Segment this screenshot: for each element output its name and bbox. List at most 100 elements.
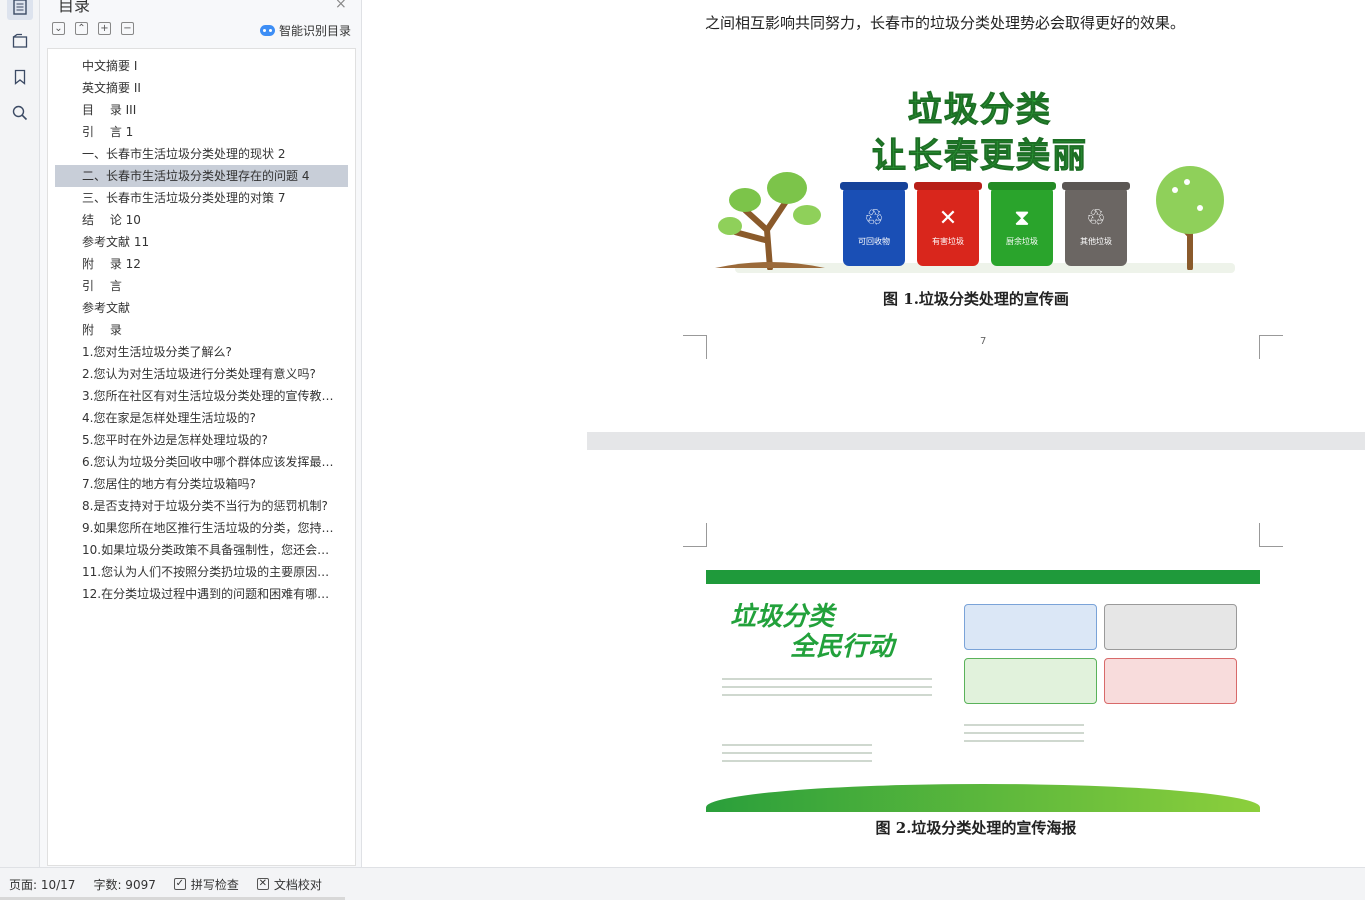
outline-item[interactable]: 目 录 III [55,99,348,121]
proofread-label: 文档校对 [273,877,322,892]
outline-item[interactable]: 附 录 12 [55,253,348,275]
poster-text-line [722,678,932,680]
poster-panel-hazardous [1104,658,1237,704]
outline-item[interactable]: 9.如果您所在地区推行生活垃圾的分类，您持有... [55,517,348,539]
outline-item[interactable]: 英文摘要 II [55,77,348,99]
trash-bin: ✕ 有害垃圾 [917,188,979,266]
poster-text-line [722,694,932,696]
side-rail [0,0,40,867]
smart-toc-button[interactable]: 智能识别目录 [260,22,351,39]
chapter-icon[interactable] [7,28,33,54]
trash-bin: ♲ 可回收物 [843,188,905,266]
outline-item[interactable]: 中文摘要 I [55,55,348,77]
page-corner-mark [683,523,707,547]
proofread-icon: ✕ [256,878,269,890]
status-bar: 页面: 10/17 字数: 9097 ✓ 拼写检查 ✕ 文档校对 [0,867,1365,900]
document-area[interactable]: 之间相互影响共同努力，长春市的垃圾分类处理势必会取得更好的效果。 垃圾分类 让长… [362,0,1365,867]
outline-item[interactable]: 引 言 [55,275,348,297]
figure-1-caption: 图 1.垃圾分类处理的宣传画 [883,290,1069,308]
bin-symbol-icon: ♲ [864,205,884,231]
outline-item[interactable]: 8.是否支持对于垃圾分类不当行为的惩罚机制? [55,495,348,517]
page-indicator[interactable]: 页面: 10/17 [0,876,84,893]
outline-item[interactable]: 10.如果垃圾分类政策不具备强制性，您还会选... [55,539,348,561]
bookmark-icon[interactable] [7,64,33,90]
bin-row: ♲ 可回收物 ✕ 有害垃圾 ⧗ 厨余垃圾 ♲ 其他垃圾 [843,188,1127,266]
figure-1-slogan-line1: 垃圾分类 [908,90,1052,131]
page-corner-mark [683,335,707,359]
bin-symbol-icon: ✕ [938,205,958,231]
page-number: 7 [980,336,987,347]
bin-symbol-icon: ⧗ [1014,205,1030,231]
search-icon[interactable] [7,100,33,126]
outline-item[interactable]: 参考文献 [55,297,348,319]
poster-text-line [722,752,872,754]
poster-title-line2: 全民行动 [790,632,895,662]
word-count-label: 字数: 9097 [93,877,156,892]
poster-text-line [722,744,872,746]
figure-2-poster: 垃圾分类 全民行动 [706,570,1260,812]
outline-panel: 目录 × ⌄ ⌃ + − 智能识别目录 中文摘要 I 英文摘要 II 目 录 III… [40,0,362,867]
add-heading-icon[interactable]: + [98,22,111,35]
outline-box: 中文摘要 I 英文摘要 II 目 录 III 引 言 1 一、长春市生活垃圾分类处理的现… [47,48,356,866]
outline-tools: ⌄ ⌃ + − [52,22,134,35]
robot-icon [260,25,275,36]
outline-item[interactable]: 引 言 1 [55,121,348,143]
spell-check-label: 拼写检查 [190,877,239,892]
bin-label: 可回收物 [858,236,890,246]
expand-icon[interactable]: ⌄ [52,22,65,35]
outline-item[interactable]: 11.您认为人们不按照分类扔垃圾的主要原因有... [55,561,348,583]
bin-label: 厨余垃圾 [1006,236,1038,246]
trash-bin: ⧗ 厨余垃圾 [991,188,1053,266]
tree-right-icon [1156,166,1224,270]
page-8[interactable]: 垃圾分类 全民行动 图 2.垃圾分类处理的宣传海报 [587,450,1365,867]
poster-panel-recyclable [964,604,1097,650]
poster-text-line [964,724,1084,726]
outline-item[interactable]: 参考文献 11 [55,231,348,253]
outline-item[interactable]: 三、长春市生活垃圾分类处理的对策 7 [55,187,348,209]
poster-grass [706,784,1260,812]
poster-text-line [722,686,932,688]
outline-item[interactable]: 结 论 10 [55,209,348,231]
bin-label: 有害垃圾 [932,236,964,246]
page-corner-mark [1259,335,1283,359]
body-paragraph: 之间相互影响共同努力，长春市的垃圾分类处理势必会取得更好的效果。 [705,14,1186,32]
figure-1-illustration: 垃圾分类 让长春更美丽 ♲ 可回收物 ✕ 有害垃圾 ⧗ 厨余垃圾 ♲ 其他垃圾 [715,78,1245,283]
page-7[interactable]: 之间相互影响共同努力，长春市的垃圾分类处理势必会取得更好的效果。 垃圾分类 让长… [587,0,1365,432]
outline-item[interactable]: 1.您对生活垃圾分类了解么? [55,341,348,363]
poster-text-line [722,760,872,762]
proofread-button[interactable]: ✕ 文档校对 [248,876,331,893]
tree-left-icon [715,172,825,270]
poster-title-line1: 垃圾分类 [730,602,835,632]
document-gutter [362,0,587,867]
outline-item[interactable]: 4.您在家是怎样处理生活垃圾的? [55,407,348,429]
smart-toc-label: 智能识别目录 [279,24,352,38]
outline-item[interactable]: 6.您认为垃圾分类回收中哪个群体应该发挥最大... [55,451,348,473]
outline-item[interactable]: 3.您所在社区有对生活垃圾分类处理的宣传教育... [55,385,348,407]
poster-title: 垃圾分类 全民行动 [730,602,894,662]
remove-heading-icon[interactable]: − [121,22,134,35]
outline-item[interactable]: 5.您平时在外边是怎样处理垃圾的? [55,429,348,451]
outline-icon[interactable] [7,0,33,20]
figure-2-caption: 图 2.垃圾分类处理的宣传海报 [875,819,1077,837]
outline-item[interactable]: 二、长春市生活垃圾分类处理存在的问题 4 [55,165,348,187]
outline-item[interactable]: 附 录 [55,319,348,341]
panel-title: 目录 [58,0,91,15]
spell-check-button[interactable]: ✓ 拼写检查 [165,876,248,893]
word-count[interactable]: 字数: 9097 [84,876,164,893]
check-icon: ✓ [173,878,186,890]
outline-item[interactable]: 一、长春市生活垃圾分类处理的现状 2 [55,143,348,165]
page-separator [587,432,1365,450]
close-icon[interactable]: × [335,0,347,12]
poster-text-line [964,732,1084,734]
outline-item[interactable]: 7.您居住的地方有分类垃圾箱吗? [55,473,348,495]
outline-item[interactable]: 2.您认为对生活垃圾进行分类处理有意义吗? [55,363,348,385]
poster-text-line [964,740,1084,742]
trash-bin: ♲ 其他垃圾 [1065,188,1127,266]
page-indicator-label: 页面: 10/17 [9,877,76,892]
outline-item[interactable]: 12.在分类垃圾过程中遇到的问题和困难有哪些... [55,583,348,605]
bin-symbol-icon: ♲ [1086,205,1106,231]
page-corner-mark [1259,523,1283,547]
poster-panel-kitchen [964,658,1097,704]
poster-panel-other [1104,604,1237,650]
collapse-icon[interactable]: ⌃ [75,22,88,35]
